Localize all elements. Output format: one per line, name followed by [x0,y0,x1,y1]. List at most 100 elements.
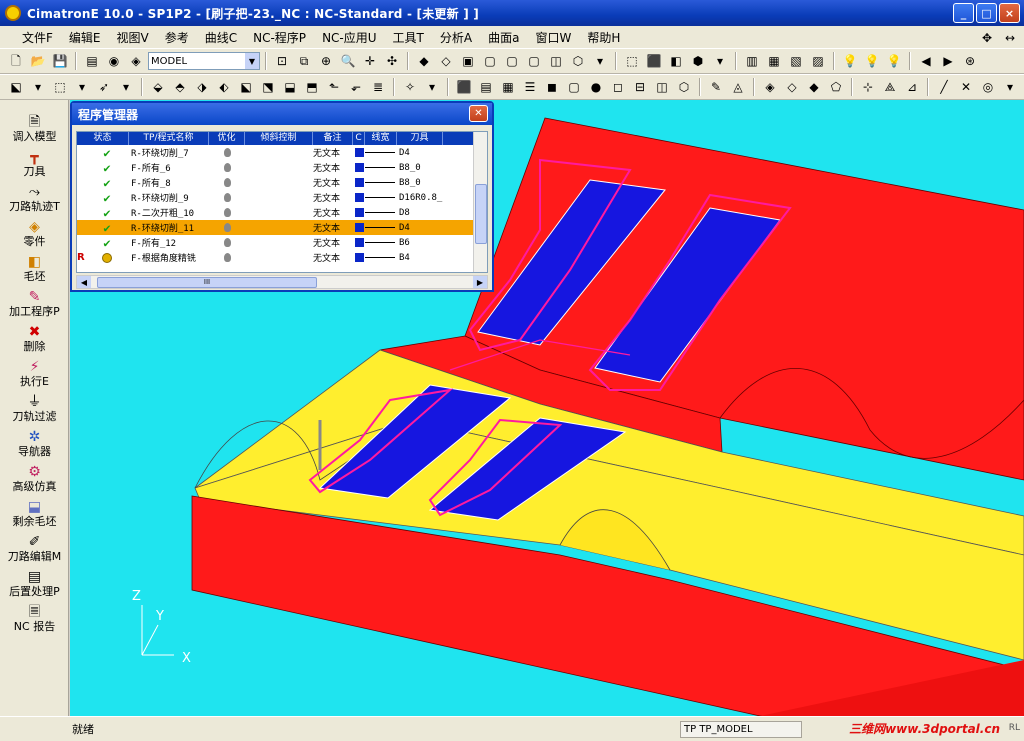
table-row[interactable]: ✔ R-环绕切削_7 无文本 D4 [77,145,487,160]
vertical-scrollbar[interactable] [473,132,487,272]
surface-icon[interactable]: ◈ [760,77,780,97]
horizontal-scrollbar[interactable]: ◀ III ▶ [76,275,488,289]
scrollbar-thumb[interactable]: III [97,276,317,288]
model-select[interactable]: MODEL ▼ [148,52,260,70]
sidebar-item-load-model[interactable]: 🗎 调入模型 [0,114,69,148]
save-icon[interactable]: 💾 [50,51,70,71]
column-tilt[interactable]: 倾斜控制 [245,132,313,145]
light3-icon[interactable]: 💡 [884,51,904,71]
column-optimize[interactable]: 优化 [209,132,245,145]
shape-icon[interactable]: ◬ [728,77,748,97]
set-model-icon[interactable]: ◈ [126,51,146,71]
menu-view[interactable]: 视图V [109,29,157,46]
target-icon[interactable]: ◎ [978,77,998,97]
sidebar-item-delete[interactable]: ✖ 删除 [0,324,69,358]
cursor-icon[interactable]: ➶ [94,77,114,97]
hidden-line-icon[interactable]: ◧ [666,51,686,71]
wireframe-icon[interactable]: ⬚ [622,51,642,71]
row-linewidth[interactable] [365,257,397,258]
view-front-icon[interactable]: ▣ [458,51,478,71]
row-linewidth[interactable] [365,152,397,153]
filter-edge-icon[interactable]: ⬘ [170,77,190,97]
table-row[interactable]: ✔ F-所有_12 无文本 B6 [77,235,487,250]
filter-solid-icon[interactable]: ⬕ [236,77,256,97]
view-top-icon[interactable]: ◇ [436,51,456,71]
nc-lock-icon[interactable]: ⊟ [630,77,650,97]
new-file-icon[interactable]: 🗋 [6,51,26,71]
nc-table-icon[interactable]: ▦ [498,77,518,97]
surface3-icon[interactable]: ◆ [804,77,824,97]
line-icon[interactable]: ╱ [934,77,954,97]
row-status[interactable]: ✔ [85,206,129,220]
column-color[interactable]: C [353,132,365,145]
zoom-window-icon[interactable]: ⧉ [294,51,314,71]
row-optimize[interactable] [209,223,245,232]
pin-view-icon[interactable]: ⊛ [960,51,980,71]
nc-layer-icon[interactable]: ⬡ [674,77,694,97]
menu-tools[interactable]: 工具T [385,29,432,46]
sidebar-item-simulation[interactable]: ⚙ 高级仿真 [0,464,69,498]
sidebar-item-post-process[interactable]: ▤ 后置处理P [0,569,69,603]
column-status[interactable]: 状态 [77,132,129,145]
close-button[interactable]: × [999,3,1020,23]
select-mode-icon[interactable]: ⬚ [50,77,70,97]
menu-surface[interactable]: 曲面a [480,29,527,46]
sidebar-item-filter[interactable]: ⏚ 刀轨过滤 [0,394,69,428]
zoom-icon[interactable]: ⊕ [316,51,336,71]
more-icon[interactable]: ▾ [1000,77,1020,97]
cross-icon[interactable]: ✕ [956,77,976,97]
minimize-button[interactable]: _ [953,3,974,23]
row-color[interactable] [353,208,365,217]
scroll-right-icon[interactable]: ▶ [473,276,487,288]
filter-face-icon[interactable]: ⬙ [148,77,168,97]
sidebar-item-toolpath-edit[interactable]: ✐ 刀路编辑M [0,534,69,568]
rotate-icon[interactable]: ✣ [382,51,402,71]
row-status[interactable]: ✔ [85,176,129,190]
filter-point-icon[interactable]: ⬖ [214,77,234,97]
column-linewidth[interactable]: 线宽 [365,132,397,145]
nc-note-icon[interactable]: ▢ [564,77,584,97]
row-linewidth[interactable] [365,197,397,198]
surface4-icon[interactable]: ⬠ [826,77,846,97]
table-row[interactable]: ✔ R-环绕切削_9 无文本 D16R0.8_ [77,190,487,205]
chevron-down-icon[interactable]: ▼ [245,53,259,69]
layer-icon[interactable]: ▥ [742,51,762,71]
row-optimize[interactable] [209,238,245,247]
menu-edit[interactable]: 编辑E [61,29,109,46]
filter-curve-icon[interactable]: ⬗ [192,77,212,97]
sidebar-item-navigator[interactable]: ✲ 导航器 [0,429,69,463]
row-optimize[interactable] [209,148,245,157]
sidebar-item-execute[interactable]: ⚡ 执行E [0,359,69,393]
row-status[interactable]: ✔ [85,146,129,160]
row-status[interactable]: ✔ [85,161,129,175]
point-dropdown-icon[interactable]: ▾ [422,77,442,97]
row-optimize[interactable] [209,163,245,172]
program-manager-title-bar[interactable]: 程序管理器 ✕ [72,103,492,125]
filter-list-icon[interactable]: ≣ [368,77,388,97]
light2-icon[interactable]: 💡 [862,51,882,71]
print-icon[interactable]: ▤ [82,51,102,71]
point-icon[interactable]: ✧ [400,77,420,97]
row-optimize[interactable] [209,253,245,262]
menu-help[interactable]: 帮助H [579,29,628,46]
nc-frame-icon[interactable]: ◫ [652,77,672,97]
row-status[interactable]: ✔ [85,236,129,250]
view-custom-icon[interactable]: ⬡ [568,51,588,71]
pick-icon[interactable]: ⬕ [6,77,26,97]
menu-file[interactable]: 文件F [14,29,61,46]
row-color[interactable] [353,193,365,202]
view-dropdown-icon[interactable]: ▾ [590,51,610,71]
sidebar-item-tool[interactable]: ┳ 刀具 [0,149,69,183]
row-optimize[interactable] [209,208,245,217]
axis2-icon[interactable]: ⟁ [880,77,900,97]
column-name[interactable]: TP/程式名称 [129,132,209,145]
scroll-left-icon[interactable]: ◀ [77,276,91,288]
nc-cube-icon[interactable]: ◼ [542,77,562,97]
filter-group-icon[interactable]: ⬑ [324,77,344,97]
cursor-dropdown-icon[interactable]: ▾ [116,77,136,97]
sidebar-item-remaining-stock[interactable]: ⬓ 剩余毛坯 [0,499,69,533]
row-color[interactable] [353,238,365,247]
maximize-button[interactable]: □ [976,3,997,23]
nc-box-icon[interactable]: ◻ [608,77,628,97]
display-mode-icon[interactable]: ⬢ [688,51,708,71]
